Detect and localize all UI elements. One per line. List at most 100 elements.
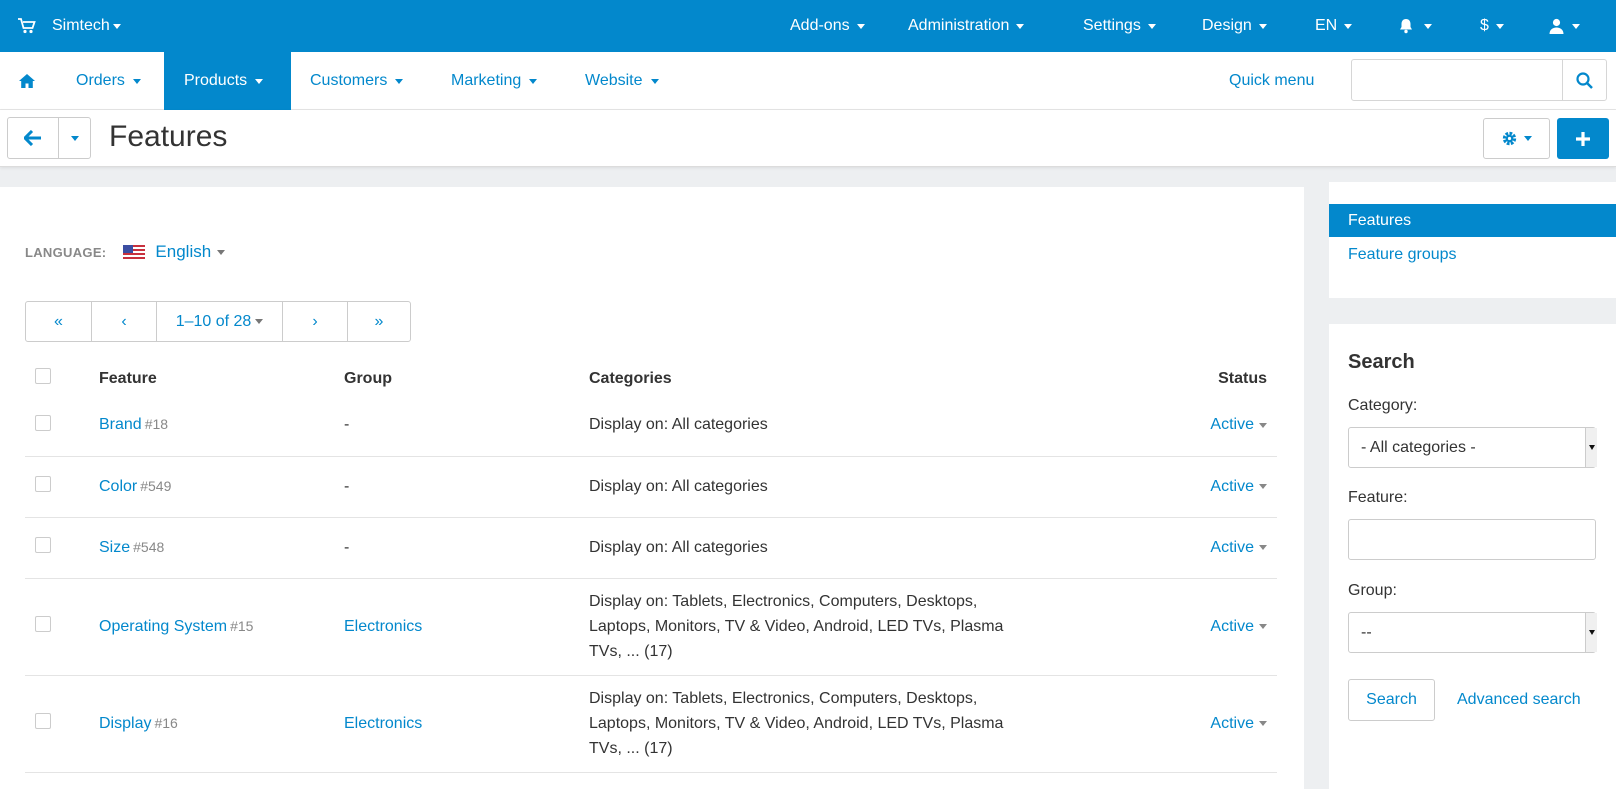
feature-search-input[interactable]: [1348, 519, 1596, 560]
category-label: Category:: [1348, 397, 1418, 414]
feature-link[interactable]: Display: [99, 715, 151, 732]
currency-switcher[interactable]: $: [1480, 0, 1504, 52]
language-dropdown[interactable]: English: [155, 242, 226, 262]
notifications-button[interactable]: [1398, 0, 1432, 52]
sidebar-item-features[interactable]: Features: [1329, 204, 1616, 237]
group-link[interactable]: Electronics: [344, 578, 589, 676]
us-flag-icon: [123, 245, 146, 259]
header-group: Group: [344, 369, 392, 387]
categories-cell: Display on: Tablets, Electronics, Comput…: [589, 578, 1069, 676]
double-chevron-right-icon: »: [374, 312, 384, 330]
page-title: Features: [109, 120, 228, 153]
language-label: LANGUAGE:: [25, 244, 107, 260]
top-bar: Simtech Add-ons Administration Settings …: [0, 0, 1616, 52]
status-dropdown[interactable]: Active: [1069, 456, 1277, 518]
categories-cell: Display on: Tablets, Electronics, Comput…: [589, 675, 1069, 773]
title-bar: Features: [0, 110, 1616, 167]
back-dropdown-button[interactable]: [58, 118, 90, 158]
feature-label: Feature:: [1348, 489, 1408, 506]
nav-products[interactable]: Products: [164, 52, 291, 110]
search-panel: Search Category: - All categories - Feat…: [1329, 324, 1616, 789]
status-dropdown[interactable]: Active: [1069, 675, 1277, 773]
group-link[interactable]: Electronics: [344, 675, 589, 773]
row-checkbox[interactable]: [35, 713, 51, 729]
select-all-cell: [25, 362, 99, 395]
table-row: Brand #18 - Display on: All categories Ac…: [25, 395, 1277, 457]
feature-link[interactable]: Operating System: [99, 618, 227, 635]
feature-id: #18: [144, 416, 169, 433]
bell-icon: [1400, 19, 1412, 34]
nav-website[interactable]: Website: [585, 52, 659, 110]
features-table: Feature Group Categories Status Brand #18…: [25, 362, 1277, 773]
double-chevron-left-icon: «: [54, 312, 63, 330]
table-row: Display #16 Electronics Display on: Table…: [25, 675, 1277, 773]
row-checkbox[interactable]: [35, 476, 51, 492]
main-content: LANGUAGE: English « ‹ 1–10 of 28 › » Fea…: [0, 187, 1304, 789]
search-button[interactable]: Search: [1348, 679, 1435, 721]
settings-dropdown-button[interactable]: [1483, 118, 1550, 159]
table-row: Size #548 - Display on: All categories Ac…: [25, 517, 1277, 579]
chevron-left-icon: ‹: [121, 312, 127, 330]
back-button-group: [7, 117, 91, 159]
global-search-button[interactable]: [1562, 60, 1606, 100]
group-cell: -: [344, 456, 589, 518]
header-categories: Categories: [589, 369, 672, 387]
quick-menu-link[interactable]: Quick menu: [1229, 52, 1314, 110]
plus-icon: [1576, 131, 1590, 146]
language-switcher[interactable]: EN: [1315, 0, 1353, 52]
search-heading: Search: [1348, 351, 1415, 373]
row-checkbox[interactable]: [35, 414, 51, 431]
feature-id: #548: [133, 538, 165, 555]
add-feature-button[interactable]: [1557, 118, 1609, 159]
select-arrow-icon: [1585, 428, 1597, 467]
table-row: Color #549 - Display on: All categories A…: [25, 456, 1277, 518]
back-button[interactable]: [8, 118, 58, 158]
menu-design[interactable]: Design: [1202, 0, 1267, 52]
nav-marketing[interactable]: Marketing: [451, 52, 538, 110]
search-icon: [1576, 71, 1593, 89]
menu-settings[interactable]: Settings: [1083, 0, 1156, 52]
header-status: Status: [1218, 369, 1267, 387]
feature-id: #15: [230, 617, 254, 634]
user-icon: [1549, 18, 1564, 34]
feature-link[interactable]: Color: [99, 478, 137, 495]
header-feature: Feature: [99, 369, 157, 387]
nav-customers[interactable]: Customers: [310, 52, 404, 110]
first-page-button[interactable]: «: [26, 302, 91, 341]
group-cell: -: [344, 395, 589, 457]
global-search-input[interactable]: [1351, 59, 1607, 101]
home-icon: [19, 74, 35, 88]
group-select[interactable]: --: [1348, 612, 1597, 653]
next-page-button[interactable]: ›: [282, 302, 347, 341]
language-selector: LANGUAGE: English: [25, 242, 226, 262]
select-all-checkbox[interactable]: [35, 368, 51, 384]
category-select[interactable]: - All categories -: [1348, 427, 1597, 468]
feature-link[interactable]: Brand: [99, 416, 142, 433]
menu-administration[interactable]: Administration: [908, 0, 1025, 52]
store-name: Simtech: [52, 17, 110, 34]
status-dropdown[interactable]: Active: [1069, 395, 1277, 457]
row-checkbox[interactable]: [35, 537, 51, 553]
table-header-row: Feature Group Categories Status: [25, 362, 1277, 395]
menu-addons[interactable]: Add-ons: [790, 0, 865, 52]
group-label: Group:: [1348, 582, 1397, 599]
last-page-button[interactable]: »: [347, 302, 410, 341]
prev-page-button[interactable]: ‹: [91, 302, 156, 341]
advanced-search-link[interactable]: Advanced search: [1457, 691, 1581, 709]
sidebar-item-feature-groups[interactable]: Feature groups: [1329, 238, 1616, 271]
arrow-left-icon: [24, 130, 41, 146]
account-menu[interactable]: [1549, 0, 1580, 52]
select-arrow-icon: [1585, 613, 1597, 652]
nav-orders[interactable]: Orders: [76, 52, 141, 110]
chevron-down-icon: [70, 135, 79, 141]
cart-icon: [18, 18, 36, 34]
page-range-dropdown[interactable]: 1–10 of 28: [156, 302, 282, 341]
status-dropdown[interactable]: Active: [1069, 517, 1277, 579]
home-button[interactable]: [18, 52, 36, 110]
store-switcher[interactable]: Simtech: [18, 0, 121, 52]
row-checkbox[interactable]: [35, 616, 51, 632]
pagination: « ‹ 1–10 of 28 › »: [25, 301, 411, 342]
status-dropdown[interactable]: Active: [1069, 578, 1277, 676]
feature-link[interactable]: Size: [99, 539, 130, 556]
chevron-right-icon: ›: [312, 312, 318, 330]
